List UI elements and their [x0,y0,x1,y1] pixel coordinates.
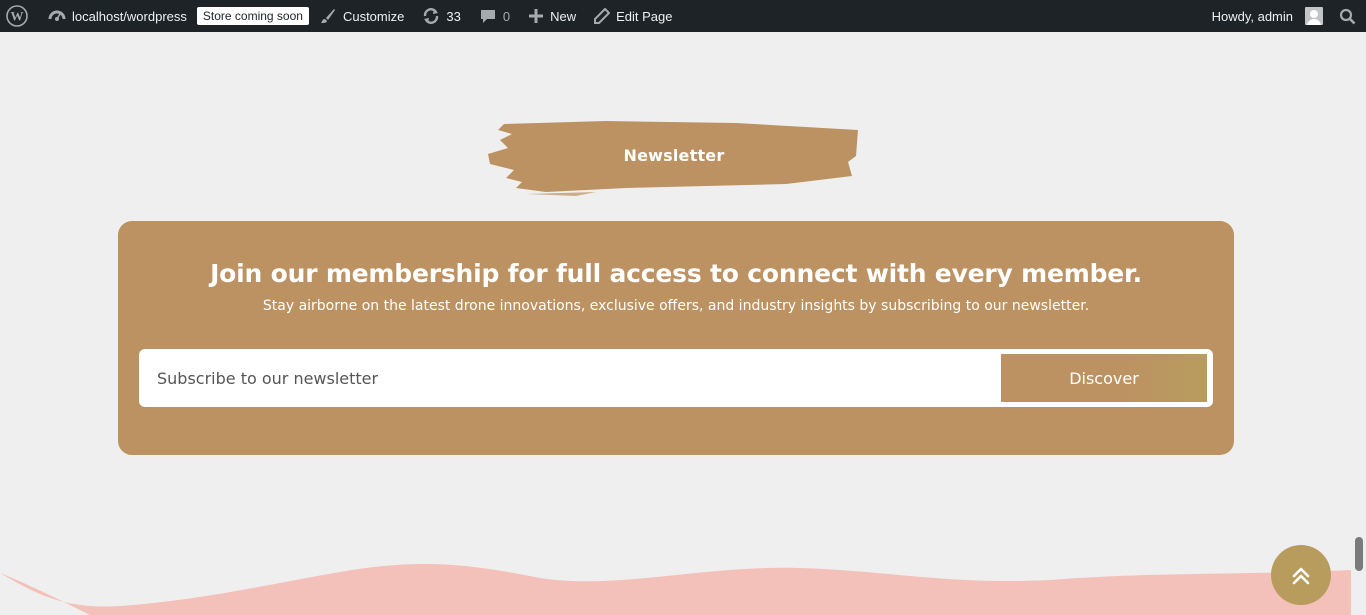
footer-wave [0,564,1351,615]
store-status-badge[interactable]: Store coming soon [196,7,309,25]
svg-text:W: W [11,9,24,24]
membership-card: Join our membership for full access to c… [118,221,1234,455]
new-content-menu[interactable]: New [518,0,584,32]
double-chevron-up-icon [1292,567,1310,585]
admin-bar: W localhost/wordpress Store coming soon … [0,0,1366,32]
admin-search-button[interactable] [1331,0,1360,32]
edit-page-label: Edit Page [616,8,673,24]
site-name-menu[interactable]: localhost/wordpress [36,0,195,32]
comment-icon [480,10,495,23]
edit-page-link[interactable]: Edit Page [584,0,680,32]
comments-count: 0 [502,8,511,24]
newsletter-section-label: Newsletter [486,118,862,198]
brush-icon [320,9,335,23]
page-scrollbar[interactable] [1351,32,1366,615]
howdy-text: Howdy, admin [1211,8,1293,24]
search-icon [1339,8,1356,24]
site-name: localhost/wordpress [72,8,187,24]
avatar [1305,7,1323,25]
membership-subtitle: Stay airborne on the latest drone innova… [262,298,1090,314]
back-to-top-button[interactable] [1271,545,1331,605]
plus-icon [529,9,544,23]
updates-link[interactable]: 33 [412,0,468,32]
dashboard-icon [48,10,66,21]
pencil-icon [594,8,611,24]
wordpress-logo-icon: W [6,5,28,27]
discover-button[interactable]: Discover [1001,354,1207,402]
newsletter-form: Discover [139,349,1213,407]
newsletter-label: Newsletter [623,146,725,165]
wordpress-menu[interactable]: W [0,0,36,32]
updates-icon [424,8,439,24]
membership-title: Join our membership for full access to c… [210,259,1142,288]
updates-count: 33 [446,8,461,24]
scrollbar-thumb[interactable] [1355,537,1363,571]
comments-link[interactable]: 0 [469,0,518,32]
my-account-menu[interactable]: Howdy, admin [1204,0,1331,32]
newsletter-email-input[interactable] [139,349,999,407]
customize-label: Customize [342,8,405,24]
customize-link[interactable]: Customize [311,0,412,32]
new-label: New [550,8,577,24]
